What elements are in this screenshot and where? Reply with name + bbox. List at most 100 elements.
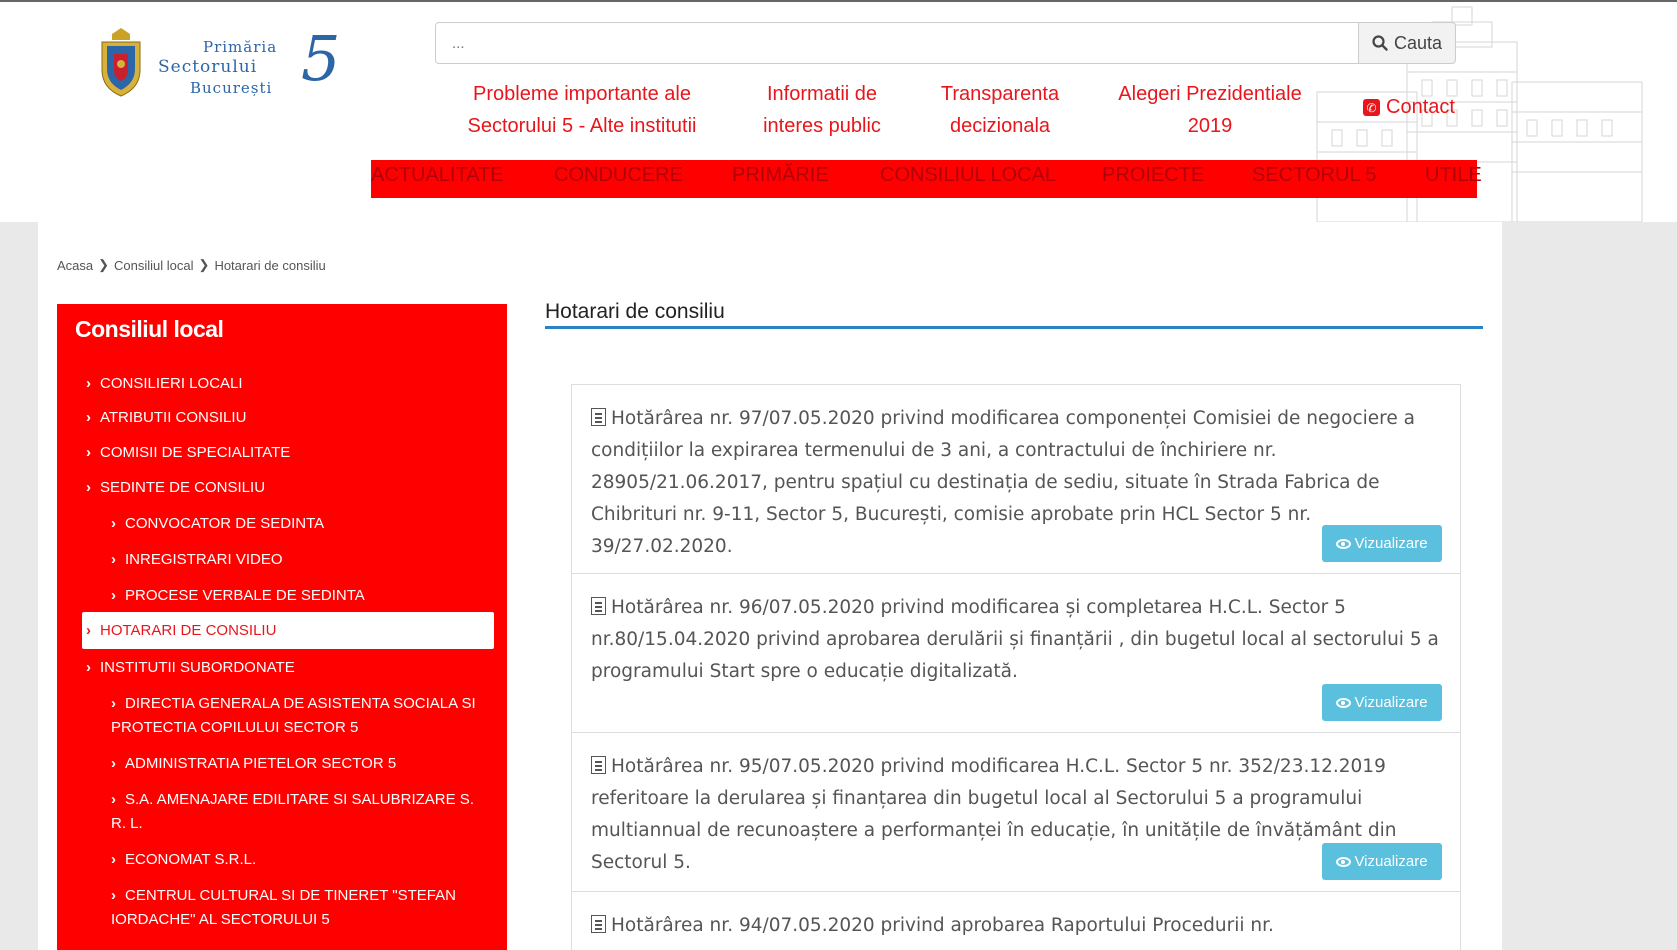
- view-button[interactable]: Vizualizare: [1322, 525, 1442, 562]
- quick-link-alegeri[interactable]: Alegeri Prezidentiale 2019: [1100, 78, 1320, 142]
- sidebar-item-label: DIRECTIA GENERALA DE ASISTENTA SOCIALA S…: [125, 695, 476, 712]
- quick-link-informatii[interactable]: Informatii de interes public: [742, 78, 902, 142]
- sidebar-item-consilieri-locali[interactable]: › CONSILIERI LOCALI: [86, 372, 243, 396]
- chevron-right-icon: ›: [111, 887, 116, 904]
- sidebar-item-label: INSTITUTII SUBORDONATE: [100, 659, 295, 676]
- sidebar-item-label: HOTARARI DE CONSILIU: [100, 622, 277, 639]
- list-item: Hotărârea nr. 95/07.05.2020 privind modi…: [572, 733, 1460, 892]
- document-title: Hotărârea nr. 96/07.05.2020 privind modi…: [591, 597, 1439, 682]
- sidebar-item-label-line-2: IORDACHE" AL SECTORULUI 5: [111, 911, 330, 928]
- sidebar-item-label-line-2: R. L.: [111, 815, 143, 832]
- sidebar-item-label: ECONOMAT S.R.L.: [125, 851, 257, 868]
- chevron-right-icon: ❯: [98, 257, 110, 272]
- quick-link-line-1: Informatii de: [766, 83, 878, 105]
- sidebar-item-inregistrari-video[interactable]: › INREGISTRARI VIDEO: [111, 548, 283, 572]
- search-input[interactable]: [435, 22, 1359, 64]
- chevron-right-icon: ›: [111, 551, 116, 568]
- breadcrumb: Acasa ❯ Consiliul local ❯ Hotarari de co…: [57, 257, 326, 273]
- nav-consiliul-local[interactable]: CONSILIUL LOCAL: [880, 164, 1056, 187]
- search-button[interactable]: Cauta: [1358, 22, 1456, 64]
- breadcrumb-home[interactable]: Acasa: [57, 258, 93, 273]
- nav-conducere[interactable]: CONDUCERE: [554, 164, 683, 187]
- nav-sectorul-5[interactable]: SECTORUL 5: [1252, 164, 1376, 187]
- nav-proiecte[interactable]: PROIECTE: [1102, 164, 1204, 187]
- chevron-right-icon: ›: [86, 659, 91, 676]
- eye-icon: [1336, 697, 1352, 708]
- nav-actualitate[interactable]: ACTUALITATE: [371, 164, 504, 187]
- quick-link-line-2: Sectorului 5 - Alte institutii: [467, 115, 697, 137]
- sidebar-item-label: ADMINISTRATIA PIETELOR SECTOR 5: [125, 755, 397, 772]
- sidebar-item-label: S.A. AMENAJARE EDILITARE SI SALUBRIZARE …: [125, 791, 474, 808]
- document-title: Hotărârea nr. 97/07.05.2020 privind modi…: [591, 408, 1415, 557]
- breadcrumb-current: Hotarari de consiliu: [214, 257, 326, 273]
- breadcrumb-consiliul-local[interactable]: Consiliul local: [114, 258, 193, 273]
- view-button-label: Vizualizare: [1354, 535, 1428, 552]
- nav-primarie[interactable]: PRIMĂRIE: [732, 164, 829, 187]
- sidebar-item-centrul-cultural[interactable]: › CENTRUL CULTURAL SI DE TINERET "STEFAN …: [111, 884, 456, 932]
- list-item: Hotărârea nr. 94/07.05.2020 privind apro…: [572, 892, 1460, 950]
- chevron-right-icon: ›: [111, 791, 116, 808]
- quick-link-line-1: Alegeri Prezidentiale: [1118, 83, 1302, 105]
- sidebar-item-atributii[interactable]: › ATRIBUTII CONSILIU: [86, 406, 246, 430]
- title-underline: [545, 326, 1483, 329]
- logo-line-1: Primăria: [203, 38, 278, 56]
- phone-icon: ✆: [1363, 99, 1380, 116]
- chevron-right-icon: ›: [86, 622, 91, 639]
- search-button-label: Cauta: [1393, 32, 1443, 53]
- sidebar: Consiliul local › CONSILIERI LOCALI › ATRI…: [57, 304, 507, 950]
- sidebar-item-convocator[interactable]: › CONVOCATOR DE SEDINTA: [111, 512, 324, 536]
- chevron-right-icon: ›: [86, 375, 91, 392]
- quick-link-line-2: interes public: [763, 115, 881, 137]
- logo-line-3: București: [190, 79, 273, 97]
- chevron-right-icon: ›: [111, 695, 116, 712]
- chevron-right-icon: ›: [86, 409, 91, 426]
- view-button[interactable]: Vizualizare: [1322, 684, 1442, 721]
- list-item: Hotărârea nr. 96/07.05.2020 privind modi…: [572, 574, 1460, 733]
- quick-link-line-1: Probleme importante ale: [473, 83, 691, 105]
- coat-of-arms-icon: [101, 28, 141, 97]
- sidebar-item-label-line-2: PROTECTIA COPILULUI SECTOR 5: [111, 719, 359, 736]
- contact-label: Contact: [1386, 96, 1455, 118]
- document-list: Hotărârea nr. 97/07.05.2020 privind modi…: [571, 384, 1461, 950]
- list-item: Hotărârea nr. 97/07.05.2020 privind modi…: [572, 385, 1460, 574]
- chevron-right-icon: ›: [86, 479, 91, 496]
- document-text: Hotărârea nr. 97/07.05.2020 privind modi…: [591, 403, 1446, 563]
- document-title: Hotărârea nr. 95/07.05.2020 privind modi…: [591, 756, 1397, 873]
- site-header: Primăria Sectorului București 5 Cauta Pr…: [0, 2, 1677, 222]
- document-text: Hotărârea nr. 96/07.05.2020 privind modi…: [591, 592, 1446, 688]
- document-icon: [591, 915, 606, 933]
- sidebar-item-dgaspc[interactable]: › DIRECTIA GENERALA DE ASISTENTA SOCIALA …: [111, 692, 476, 740]
- search-icon: [1372, 35, 1388, 51]
- nav-utile[interactable]: UTILE: [1425, 164, 1482, 187]
- sidebar-item-amenajare[interactable]: › S.A. AMENAJARE EDILITARE SI SALUBRIZARE…: [111, 788, 474, 836]
- view-button-label: Vizualizare: [1354, 853, 1428, 870]
- logo-number: 5: [301, 22, 341, 95]
- quick-link-line-1: Transparenta: [940, 83, 1060, 105]
- chevron-right-icon: ›: [111, 755, 116, 772]
- main-nav: ACTUALITATE CONDUCERE PRIMĂRIE CONSILIUL…: [371, 160, 1482, 198]
- contact-link[interactable]: ✆ Contact: [1363, 96, 1455, 119]
- sidebar-item-label: INREGISTRARI VIDEO: [125, 551, 283, 568]
- sidebar-item-pietelor[interactable]: › ADMINISTRATIA PIETELOR SECTOR 5: [111, 752, 396, 776]
- chevron-right-icon: ›: [111, 587, 116, 604]
- sidebar-item-economat[interactable]: › ECONOMAT S.R.L.: [111, 848, 256, 872]
- view-button-label: Vizualizare: [1354, 694, 1428, 711]
- document-icon: [591, 756, 606, 774]
- logo-line-2: Sectorului: [158, 57, 258, 77]
- sidebar-item-comisii[interactable]: › COMISII DE SPECIALITATE: [86, 441, 290, 465]
- sidebar-item-label: CENTRUL CULTURAL SI DE TINERET "STEFAN: [125, 887, 456, 904]
- quick-link-probleme[interactable]: Probleme importante ale Sectorului 5 - A…: [447, 78, 717, 142]
- document-title: Hotărârea nr. 94/07.05.2020 privind apro…: [611, 915, 1274, 936]
- sidebar-item-hotarari[interactable]: › HOTARARI DE CONSILIU: [82, 612, 494, 649]
- sidebar-item-label: ATRIBUTII CONSILIU: [100, 409, 247, 426]
- view-button[interactable]: Vizualizare: [1322, 843, 1442, 880]
- document-icon: [591, 408, 606, 426]
- site-logo[interactable]: Primăria Sectorului București 5: [98, 26, 343, 106]
- sidebar-item-procese-verbale[interactable]: › PROCESE VERBALE DE SEDINTA: [111, 584, 365, 608]
- sidebar-item-institutii[interactable]: › INSTITUTII SUBORDONATE: [86, 656, 295, 680]
- content-container: Acasa ❯ Consiliul local ❯ Hotarari de co…: [38, 222, 1502, 950]
- document-text: Hotărârea nr. 94/07.05.2020 privind apro…: [591, 910, 1446, 942]
- sidebar-item-sedinte[interactable]: › SEDINTE DE CONSILIU: [86, 476, 265, 500]
- chevron-right-icon: ❯: [198, 257, 210, 272]
- quick-link-transparenta[interactable]: Transparenta decizionala: [920, 78, 1080, 142]
